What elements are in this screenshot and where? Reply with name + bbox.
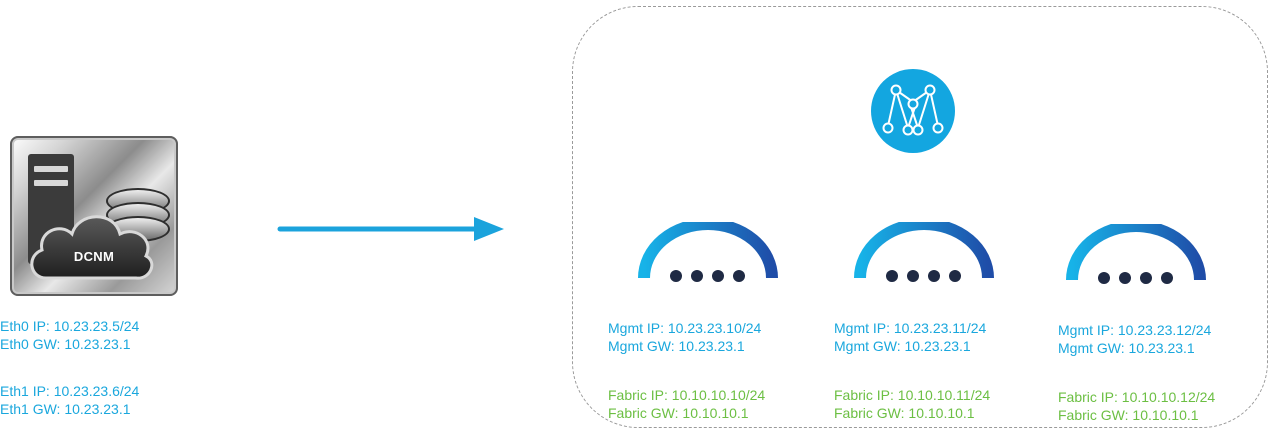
node2-mgmt-ip: Mgmt IP: 10.23.23.11/24	[834, 320, 987, 336]
node1-fabric-ip: Fabric IP: 10.10.10.10/24	[608, 387, 766, 403]
node1-mgmt-gw: Mgmt GW: 10.23.23.1	[608, 338, 745, 354]
dcnm-label: DCNM	[73, 249, 115, 264]
cloud-shape	[30, 215, 154, 280]
eth0-gw: Eth0 GW: 10.23.23.1	[0, 336, 131, 352]
node3-fabric-gw: Fabric GW: 10.10.10.1	[1058, 407, 1199, 423]
node2-fabric-ip: Fabric IP: 10.10.10.11/24	[834, 387, 991, 403]
eth0-ip: Eth0 IP: 10.23.23.5/24	[0, 318, 140, 334]
cluster-node-icon	[638, 222, 778, 282]
dcnm-server-cloud-icon: DCNM	[10, 136, 178, 296]
node2-mgmt-gw: Mgmt GW: 10.23.23.1	[834, 338, 971, 354]
node3-fabric-ip: Fabric IP: 10.10.10.12/24	[1058, 389, 1216, 405]
eth1-ip: Eth1 IP: 10.23.23.6/24	[0, 383, 140, 399]
eth1-gw: Eth1 GW: 10.23.23.1	[0, 401, 131, 417]
node2-fabric-gw: Fabric GW: 10.10.10.1	[834, 405, 975, 421]
tower-slot	[34, 166, 68, 172]
node3-mgmt-ip: Mgmt IP: 10.23.23.12/24	[1058, 322, 1212, 338]
arrow-right-icon	[277, 217, 504, 241]
node1-mgmt-ip: Mgmt IP: 10.23.23.10/24	[608, 320, 762, 336]
fabric-hub-icon	[871, 69, 955, 153]
tower-slot	[34, 180, 68, 186]
node3-mgmt-gw: Mgmt GW: 10.23.23.1	[1058, 340, 1195, 356]
node1-fabric-gw: Fabric GW: 10.10.10.1	[608, 405, 749, 421]
cluster-node-icon	[854, 222, 994, 282]
cluster-node-icon	[1066, 224, 1206, 284]
